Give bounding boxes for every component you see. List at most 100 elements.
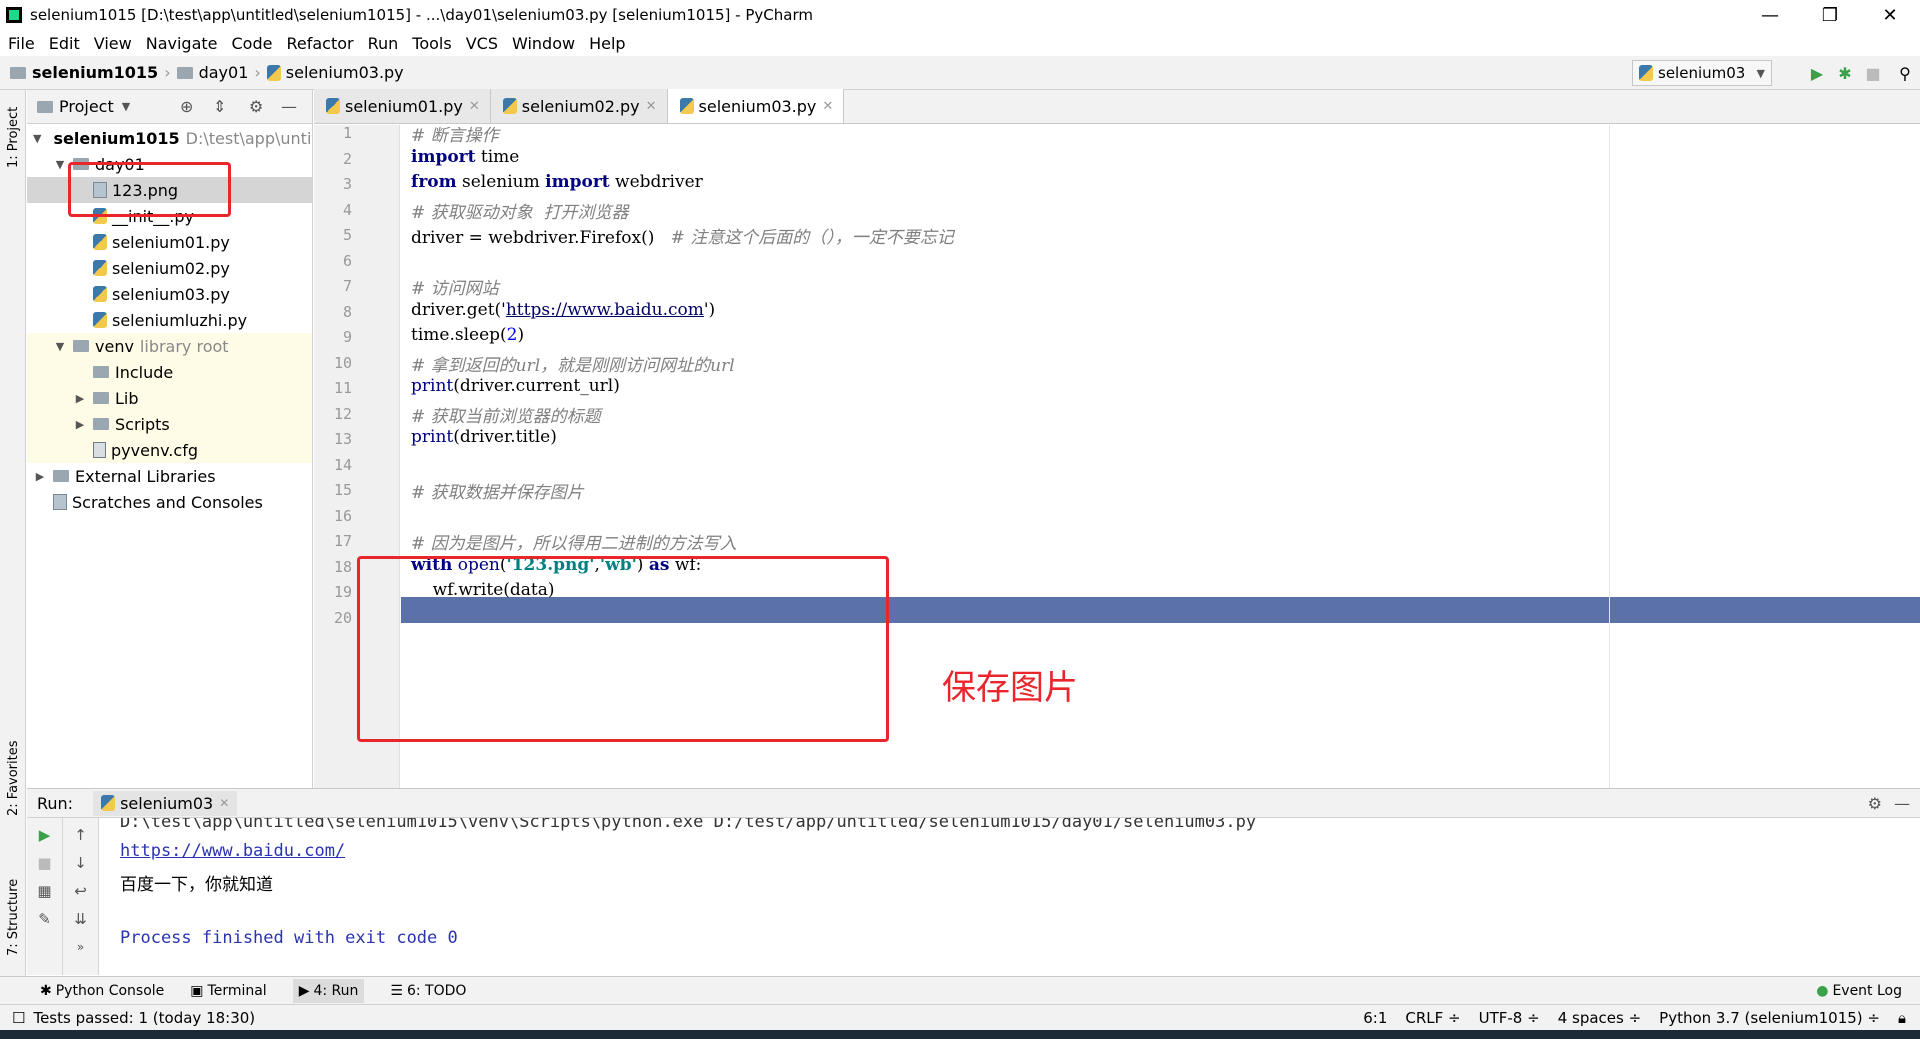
tree-item[interactable]: selenium03.py (27, 281, 312, 307)
menu-window[interactable]: Window (512, 34, 575, 53)
code-line[interactable]: print(driver.current_url) (411, 376, 620, 396)
expand-arrow-icon[interactable]: ▶ (73, 392, 87, 405)
tab-selenium01[interactable]: selenium01.py ✕ (314, 89, 491, 123)
line-number: 15 (333, 481, 352, 499)
pin-icon[interactable]: ✎ (34, 908, 56, 930)
stop-icon[interactable]: ■ (34, 852, 56, 874)
console-link[interactable]: https://www.baidu.com/ (120, 841, 345, 861)
tab-selenium03[interactable]: selenium03.py ✕ (667, 89, 845, 123)
run-configuration-select[interactable]: selenium03 ▼ (1632, 60, 1772, 86)
run-panel-header: Run: selenium03 ✕ ⚙ — (27, 788, 1920, 818)
breadcrumb-folder[interactable]: day01 (199, 63, 249, 82)
run-tab-selenium03[interactable]: selenium03 ✕ (93, 790, 238, 816)
terminal-tab[interactable]: ▣ Terminal (190, 983, 266, 999)
code-line[interactable]: # 断言操作 (411, 121, 499, 146)
tree-item[interactable]: ▼ selenium1015 D:\test\app\untit (27, 125, 312, 151)
code-line[interactable]: print(driver.title) (411, 427, 557, 447)
menu-file[interactable]: File (8, 34, 35, 53)
line-separator[interactable]: CRLF ÷ (1405, 1009, 1460, 1027)
tab-selenium02[interactable]: selenium02.py ✕ (490, 89, 668, 123)
tree-item[interactable]: pyvenv.cfg (27, 437, 312, 463)
python-file-icon (502, 98, 517, 114)
event-log-tab[interactable]: ● Event Log (1816, 983, 1902, 999)
caret-position[interactable]: 6:1 (1363, 1009, 1387, 1027)
tree-item[interactable]: selenium01.py (27, 229, 312, 255)
expand-arrow-icon[interactable]: ▼ (33, 132, 41, 145)
menu-navigate[interactable]: Navigate (146, 34, 218, 53)
minimize-button[interactable]: — (1740, 0, 1800, 30)
run-tab[interactable]: ▶ 4: Run (292, 978, 365, 1003)
code-line[interactable]: driver.get('https://www.baidu.com') (411, 300, 715, 320)
soft-wrap-icon[interactable]: ↩ (70, 880, 92, 902)
search-icon[interactable]: ⚲ (1896, 64, 1914, 83)
tool-tab-label: Terminal (207, 982, 267, 999)
run-icon[interactable]: ▶ (1808, 64, 1826, 83)
code-line[interactable]: # 获取驱动对象 打开浏览器 (411, 198, 628, 223)
scroll-to-end-icon[interactable]: ⇊ (70, 908, 92, 930)
menu-help[interactable]: Help (589, 34, 625, 53)
code-line[interactable]: driver = webdriver.Firefox() # 注意这个后面的（）… (411, 223, 954, 248)
code-line[interactable]: data = driver.get_screenshot_as_png() (411, 504, 742, 524)
expand-arrow-icon[interactable]: ▼ (53, 340, 67, 353)
hide-icon[interactable]: — (1894, 794, 1910, 813)
rerun-icon[interactable]: ▶ (34, 824, 56, 846)
tree-item[interactable]: ▶ Scripts (27, 411, 312, 437)
close-tab-icon[interactable]: ✕ (646, 99, 657, 114)
menu-run[interactable]: Run (368, 34, 399, 53)
expand-arrow-icon[interactable]: ▶ (33, 470, 47, 483)
gear-icon[interactable]: ⚙ (1868, 794, 1882, 813)
menu-vcs[interactable]: VCS (466, 34, 498, 53)
breadcrumb-file[interactable]: selenium03.py (286, 63, 404, 82)
collapse-icon[interactable]: ⇕ (213, 97, 226, 116)
menu-refactor[interactable]: Refactor (286, 34, 353, 53)
favorites-tool-tab[interactable]: 2: Favorites (6, 740, 21, 816)
layout-icon[interactable]: ▦ (34, 880, 56, 902)
tree-item[interactable]: ▶ Lib (27, 385, 312, 411)
arrow-down-icon[interactable]: ↓ (70, 852, 92, 874)
tree-item[interactable]: seleniumluzhi.py (27, 307, 312, 333)
tree-item[interactable]: ▶ External Libraries (27, 463, 312, 489)
tree-item[interactable]: selenium02.py (27, 255, 312, 281)
breadcrumb-project[interactable]: selenium1015 (32, 63, 158, 82)
gear-icon[interactable]: ⚙ (249, 97, 263, 116)
code-line[interactable]: # 获取当前浏览器的标题 (411, 402, 601, 427)
tree-item[interactable]: Scratches and Consoles (27, 489, 312, 515)
python-interpreter[interactable]: Python 3.7 (selenium1015) ÷ (1659, 1009, 1880, 1027)
close-tab-icon[interactable]: ✕ (822, 99, 833, 114)
expand-arrow-icon[interactable]: ▼ (53, 158, 67, 171)
locate-icon[interactable]: ⊕ (180, 97, 193, 116)
code-line[interactable]: time.sleep(2) (411, 325, 524, 345)
python-console-tab[interactable]: ✱ Python Console (40, 983, 164, 999)
code-line[interactable]: # 因为是图片，所以得用二进制的方法写入 (411, 529, 737, 554)
code-line[interactable]: # 获取数据并保存图片 (411, 478, 584, 503)
structure-tool-tab[interactable]: 7: Structure (6, 879, 21, 956)
indent-setting[interactable]: 4 spaces ÷ (1558, 1009, 1641, 1027)
lock-icon[interactable]: 🔒︎ (1898, 1009, 1906, 1027)
tree-item[interactable]: ▼ venv library root (27, 333, 312, 359)
menu-edit[interactable]: Edit (49, 34, 80, 53)
close-tab-icon[interactable]: ✕ (219, 796, 229, 810)
debug-icon[interactable]: ✱ (1836, 64, 1854, 83)
chevron-down-icon[interactable]: ▼ (122, 100, 130, 113)
todo-tab[interactable]: ☰ 6: TODO (390, 983, 466, 999)
expand-arrow-icon[interactable]: ▶ (73, 418, 87, 431)
project-tool-tab[interactable]: 1: Project (6, 107, 21, 168)
run-console-output[interactable]: D:\test\app\untitled\selenium1015\venv\S… (100, 818, 1920, 975)
hide-icon[interactable]: — (281, 97, 297, 116)
tree-item[interactable]: Include (27, 359, 312, 385)
menu-code[interactable]: Code (232, 34, 273, 53)
menu-tools[interactable]: Tools (412, 34, 451, 53)
code-line[interactable]: import time (411, 147, 519, 167)
menu-view[interactable]: View (94, 34, 132, 53)
close-button[interactable]: ✕ (1860, 0, 1920, 30)
code-line[interactable]: from selenium import webdriver (411, 172, 703, 192)
code-line[interactable]: # 拿到返回的url，就是刚刚访问网址的url (411, 351, 735, 376)
close-tab-icon[interactable]: ✕ (469, 99, 480, 114)
maximize-button[interactable]: ❐ (1800, 0, 1860, 30)
stop-icon[interactable]: ■ (1864, 64, 1882, 83)
code-line[interactable]: # 访问网站 (411, 274, 499, 299)
file-encoding[interactable]: UTF-8 ÷ (1479, 1009, 1540, 1027)
project-panel-title[interactable]: Project (59, 97, 114, 116)
arrow-up-icon[interactable]: ↑ (70, 824, 92, 846)
more-icon[interactable]: » (70, 936, 92, 958)
